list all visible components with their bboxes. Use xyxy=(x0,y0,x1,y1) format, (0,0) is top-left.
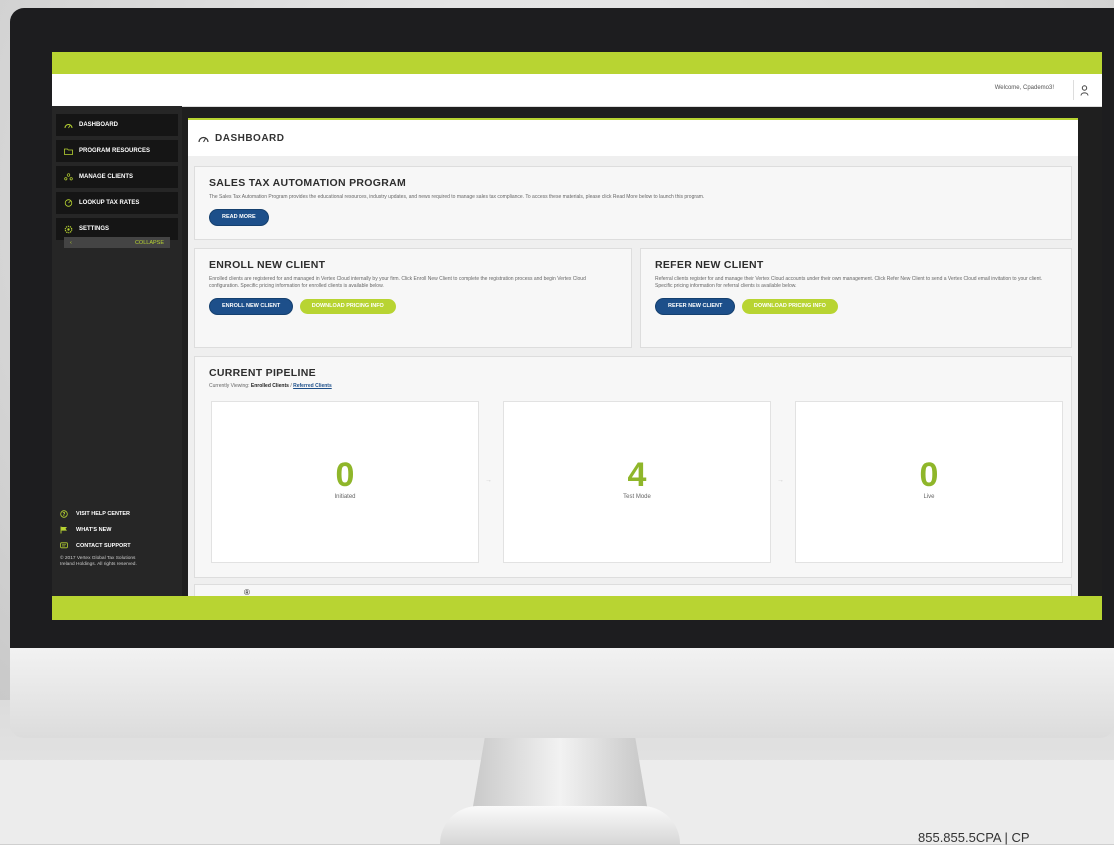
stage-label: Live xyxy=(923,494,935,500)
dashboard-icon xyxy=(198,136,209,142)
stage-count: 0 xyxy=(919,456,939,494)
chevron-left-icon: ‹ xyxy=(70,239,72,246)
stage-count: 4 xyxy=(627,456,647,494)
read-more-button[interactable]: READ MORE xyxy=(209,209,269,226)
viewing-separator: / xyxy=(290,383,292,389)
pipeline-title: CURRENT PIPELINE xyxy=(209,367,316,379)
monitor-stand-neck xyxy=(472,730,648,812)
refer-description: Referral clients register for and manage… xyxy=(655,276,1043,289)
sidebar-item-label: DASHBOARD xyxy=(79,122,118,128)
refer-new-client-button[interactable]: REFER NEW CLIENT xyxy=(655,298,736,315)
pipeline-card: CURRENT PIPELINE Currently Viewing: Enro… xyxy=(194,356,1072,578)
sidebar-item-program-resources[interactable]: PROGRAM RESOURCES xyxy=(56,140,178,162)
pipeline-stage-test-mode: 4 Test Mode xyxy=(503,401,771,563)
sidebar-item-lookup-tax-rates[interactable]: LOOKUP TAX RATES xyxy=(56,192,178,214)
help-center-link[interactable]: ? VISIT HELP CENTER xyxy=(60,506,180,522)
pipeline-view-toggle: Currently Viewing: Enrolled Clients / Re… xyxy=(209,383,1057,389)
help-center-label: VISIT HELP CENTER xyxy=(76,511,130,517)
contact-support-label: CONTACT SUPPORT xyxy=(76,543,131,549)
monitor-stand-base xyxy=(440,806,680,844)
stage-label: Test Mode xyxy=(623,494,651,500)
dashboard-icon xyxy=(64,123,73,128)
pipeline-stage-initiated: 0 Initiated xyxy=(211,401,479,563)
sidebar: DASHBOARD PROGRAM RESOURCES MANAGE CLIEN… xyxy=(52,106,182,596)
stage-count: 0 xyxy=(335,456,355,494)
sales-tax-card: SALES TAX AUTOMATION PROGRAM The Sales T… xyxy=(194,166,1072,240)
bottom-accent-bar xyxy=(52,596,1102,620)
refer-client-card: REFER NEW CLIENT Referral clients regist… xyxy=(640,248,1072,348)
collapse-button[interactable]: ‹ COLLAPSE xyxy=(64,237,170,248)
stage-label: Initiated xyxy=(334,494,356,500)
welcome-text: Welcome, Cpademo3! xyxy=(994,85,1054,91)
pipeline-stage-live: 0 Live xyxy=(795,401,1063,563)
whats-new-link[interactable]: WHAT'S NEW xyxy=(60,522,180,538)
refer-title: REFER NEW CLIENT xyxy=(655,259,764,271)
whats-new-label: WHAT'S NEW xyxy=(76,527,112,533)
help-icon: ? xyxy=(60,510,68,518)
copyright-line-2: Ireland Holdings. All rights reserved. xyxy=(60,562,137,567)
sales-tax-title: SALES TAX AUTOMATION PROGRAM xyxy=(209,177,407,189)
sidebar-item-label: LOOKUP TAX RATES xyxy=(79,200,140,206)
viewing-current: Enrolled Clients xyxy=(250,383,289,389)
monitor-chin xyxy=(10,640,1114,738)
arrow-right-icon: → xyxy=(777,477,784,484)
collapse-label: COLLAPSE xyxy=(134,239,164,246)
referred-clients-link[interactable]: Referred Clients xyxy=(293,383,332,389)
monitor-bezel: Welcome, Cpademo3! DASHBOARD PROGRAM RES… xyxy=(10,8,1114,648)
gauge-icon xyxy=(64,199,73,207)
app-header: Welcome, Cpademo3! xyxy=(52,74,1102,107)
sidebar-item-label: MANAGE CLIENTS xyxy=(79,174,133,180)
enroll-title: ENROLL NEW CLIENT xyxy=(209,259,326,271)
sidebar-item-label: SETTINGS xyxy=(79,226,110,232)
enroll-client-card: ENROLL NEW CLIENT Enrolled clients are r… xyxy=(194,248,632,348)
gear-icon xyxy=(64,225,73,233)
page-header: DASHBOARD xyxy=(188,118,1078,156)
svg-text:?: ? xyxy=(63,512,66,518)
main-content: DASHBOARD SALES TAX AUTOMATION PROGRAM T… xyxy=(188,118,1078,596)
sidebar-footer: ? VISIT HELP CENTER WHAT'S NEW CONTACT S… xyxy=(60,506,180,568)
sales-tax-description: The Sales Tax Automation Program provide… xyxy=(209,194,705,200)
sidebar-item-manage-clients[interactable]: MANAGE CLIENTS xyxy=(56,166,178,188)
enroll-description: Enrolled clients are registered for and … xyxy=(209,276,586,289)
app-screen: Welcome, Cpademo3! DASHBOARD PROGRAM RES… xyxy=(52,52,1102,620)
refer-download-pricing-button[interactable]: DOWNLOAD PRICING INFO xyxy=(741,299,838,314)
enroll-download-pricing-button[interactable]: DOWNLOAD PRICING INFO xyxy=(299,299,396,314)
page-title: DASHBOARD xyxy=(215,132,285,144)
copyright-text: © 2017 Vertex Global Tax Solutions Irela… xyxy=(60,556,180,568)
enroll-new-client-button[interactable]: ENROLL NEW CLIENT xyxy=(209,298,294,315)
clients-icon xyxy=(64,173,73,181)
contact-support-link[interactable]: CONTACT SUPPORT xyxy=(60,538,180,554)
user-icon[interactable] xyxy=(1073,80,1094,100)
folder-icon xyxy=(64,148,73,155)
arrow-right-icon: → xyxy=(485,477,492,484)
phone-number-text: 855.855.5CPA | CP xyxy=(918,830,1030,845)
flag-icon xyxy=(60,526,67,534)
registered-mark: ® xyxy=(244,588,250,597)
sidebar-item-label: PROGRAM RESOURCES xyxy=(79,148,151,154)
top-accent-bar xyxy=(52,52,1102,74)
chat-icon xyxy=(60,542,68,549)
next-card-partial xyxy=(194,584,1072,596)
viewing-prefix: Currently Viewing: xyxy=(209,383,250,389)
sidebar-item-dashboard[interactable]: DASHBOARD xyxy=(56,114,178,136)
